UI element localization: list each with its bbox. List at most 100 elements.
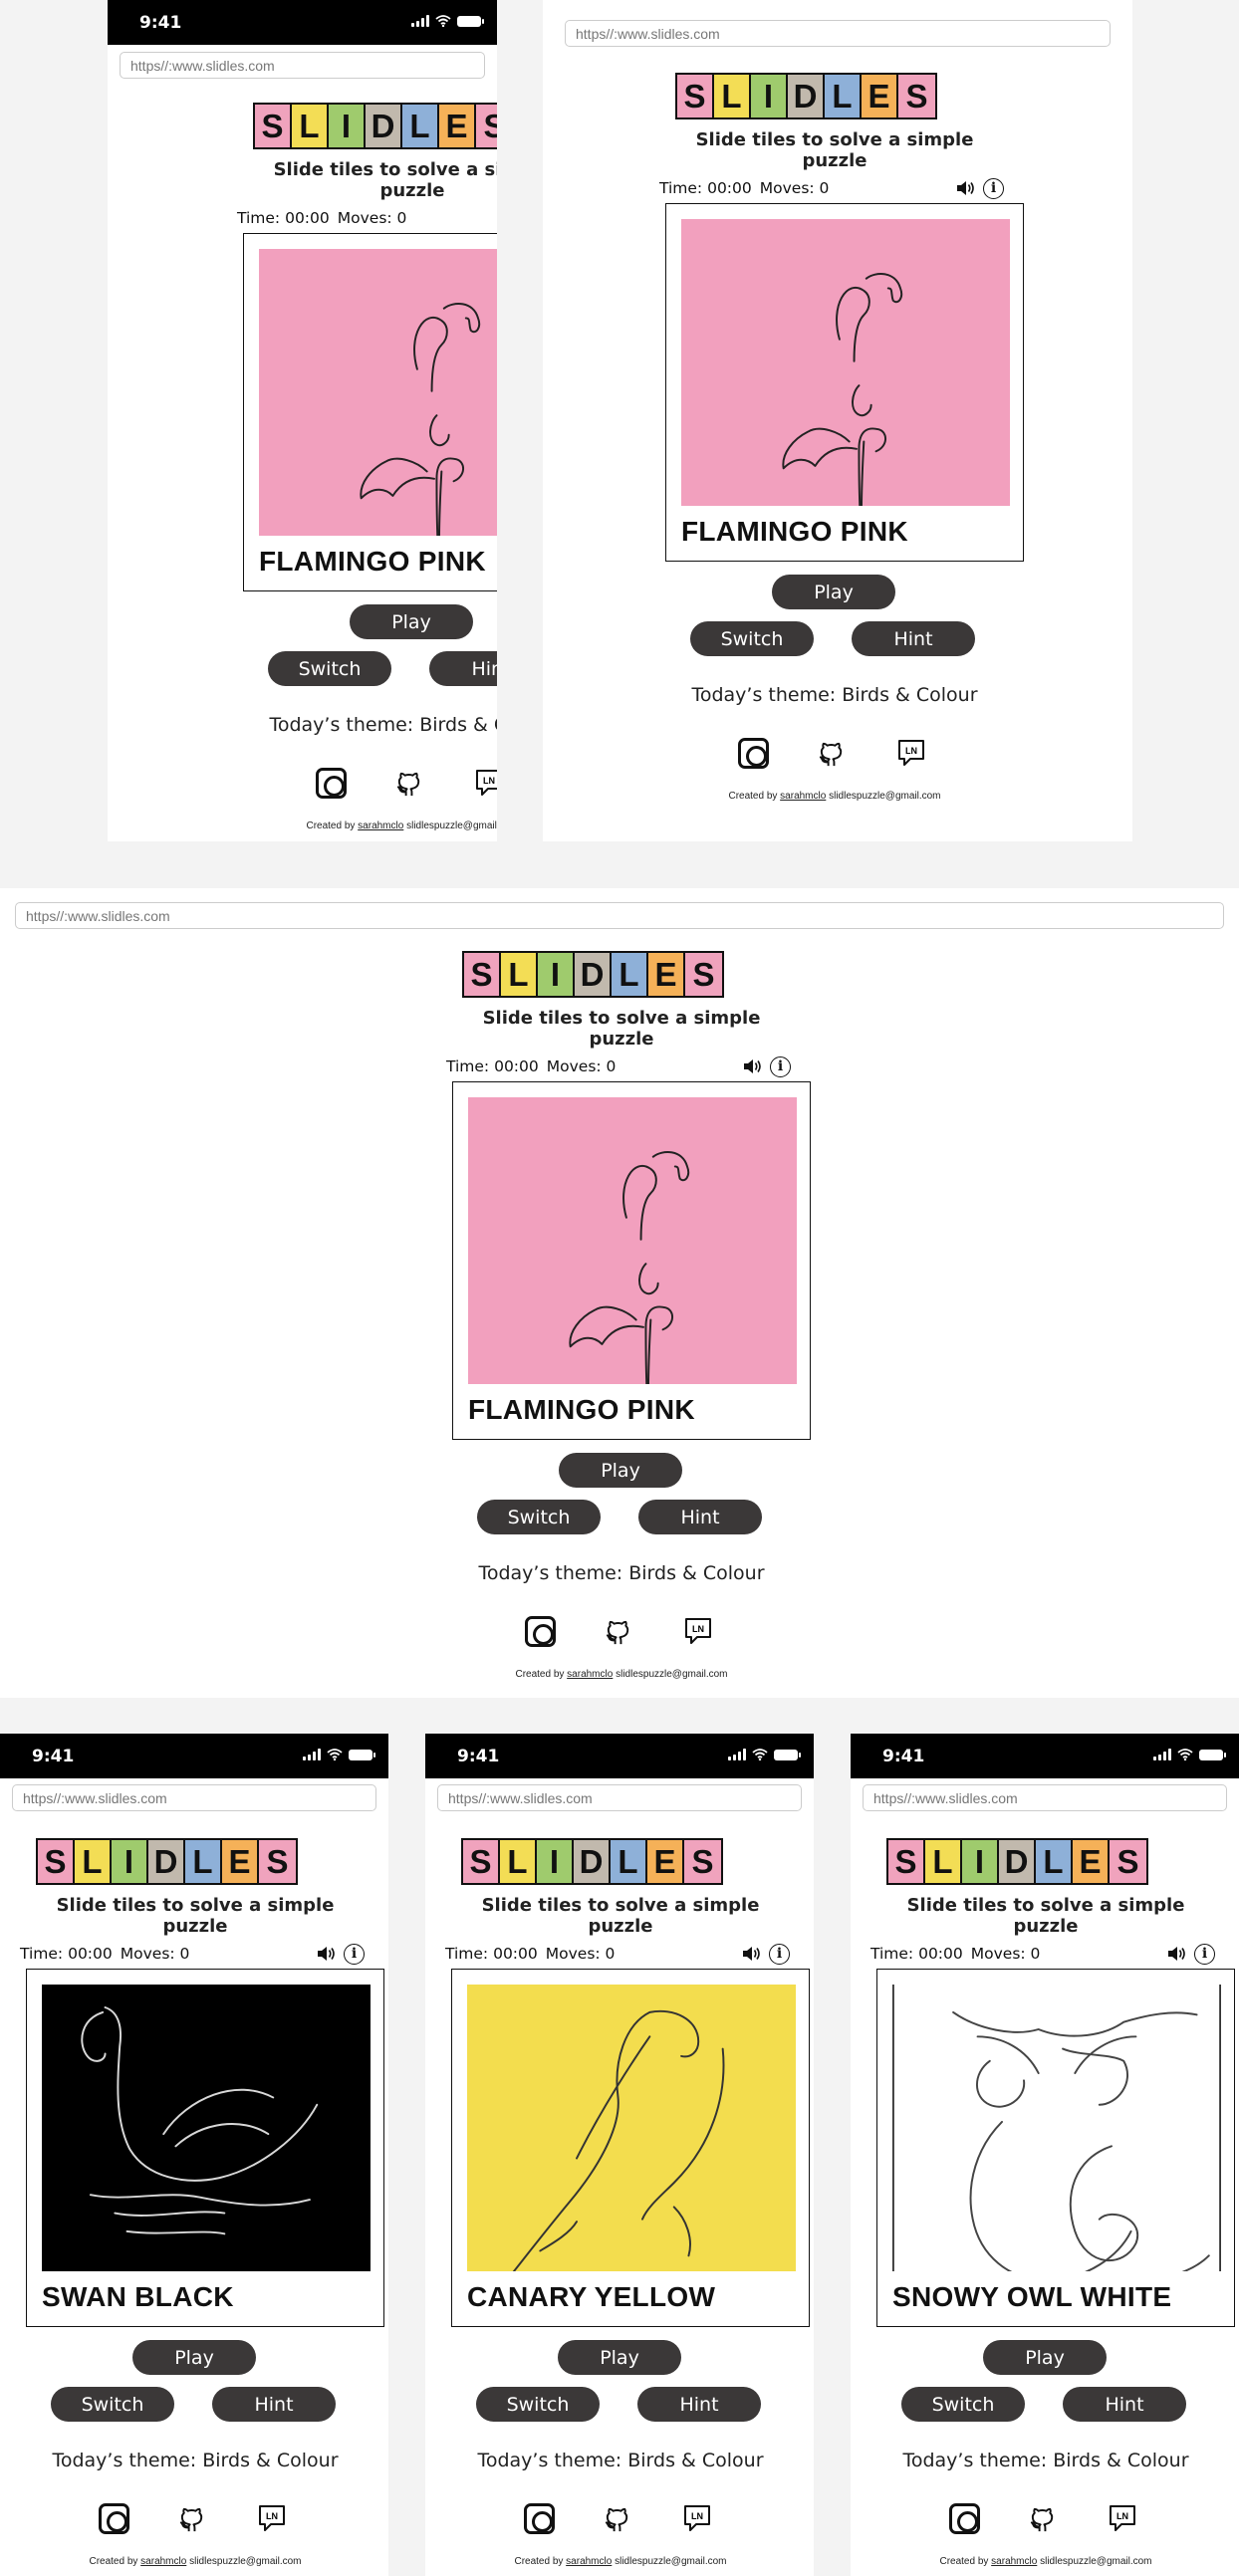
logo-tile: D [148, 1840, 185, 1883]
daily-theme: Today’s theme: Birds & Colour [269, 714, 497, 736]
wifi-icon [752, 1749, 768, 1760]
logo-tile: E [439, 105, 476, 147]
hint-button[interactable]: Hint [852, 621, 975, 656]
logo-tile: S [476, 105, 497, 147]
status-bar: 9:41 [0, 1734, 388, 1778]
puzzle-board[interactable]: CANARY YELLOW [451, 1969, 810, 2327]
github-icon[interactable] [1028, 2503, 1059, 2534]
author-link[interactable]: sarahmclo [358, 820, 403, 831]
hint-button[interactable]: Hint [212, 2387, 336, 2422]
puzzle-image[interactable] [892, 1985, 1221, 2271]
tagline: Slide tiles to solve a simple puzzle [906, 1895, 1185, 1937]
address-bar[interactable]: https//:www.slidles.com [565, 20, 1111, 47]
timer: Time: 00:00 [870, 1945, 963, 1963]
linkedin-label: LN [692, 1624, 704, 1634]
sound-icon[interactable] [955, 178, 975, 198]
address-bar[interactable]: https//:www.slidles.com [863, 1784, 1227, 1811]
play-button[interactable]: Play [558, 2340, 681, 2375]
address-bar[interactable]: https//:www.slidles.com [12, 1784, 376, 1811]
signal-icon [411, 15, 429, 27]
logo-tile: S [898, 75, 935, 117]
play-button[interactable]: Play [132, 2340, 256, 2375]
info-icon[interactable]: i [1194, 1944, 1215, 1965]
info-icon[interactable]: i [344, 1944, 365, 1965]
contact-email: slidlespuzzle@gmail.com [829, 791, 941, 802]
info-icon[interactable]: i [983, 178, 1004, 199]
status-icons [411, 15, 484, 27]
tagline: Slide tiles to solve a simple puzzle [482, 1008, 761, 1050]
puzzle-name: SNOWY OWL WHITE [892, 2281, 1172, 2312]
logo-tile: L [500, 1840, 537, 1883]
play-button[interactable]: Play [983, 2340, 1107, 2375]
switch-button[interactable]: Switch [51, 2387, 174, 2422]
logo-tile: L [292, 105, 329, 147]
github-icon[interactable] [394, 768, 425, 799]
switch-button[interactable]: Switch [901, 2387, 1025, 2422]
timer: Time: 00:00 [20, 1945, 113, 1963]
linkedin-icon[interactable]: LN [1108, 2503, 1137, 2533]
hint-button[interactable]: Hint [429, 651, 497, 686]
logo-tile: E [862, 75, 898, 117]
author-link[interactable]: sarahmclo [567, 1669, 613, 1680]
author-link[interactable]: sarahmclo [566, 2556, 612, 2567]
instagram-icon[interactable] [525, 1616, 556, 1647]
logo-tile: E [647, 1840, 684, 1883]
info-icon[interactable]: i [769, 1944, 790, 1965]
puzzle-image[interactable] [259, 249, 497, 536]
puzzle-board[interactable]: FLAMINGO PINK [452, 1081, 811, 1440]
sound-icon[interactable] [316, 1944, 336, 1964]
credit-line: Created by sarahmclo slidlespuzzle@gmail… [462, 1669, 781, 1680]
switch-button[interactable]: Switch [690, 621, 814, 656]
linkedin-icon[interactable]: LN [683, 1616, 713, 1646]
puzzle-image[interactable] [468, 1097, 797, 1384]
puzzle-name: SWAN BLACK [42, 2281, 234, 2312]
github-icon[interactable] [604, 1616, 634, 1647]
instagram-icon[interactable] [316, 768, 347, 799]
address-bar[interactable]: https//:www.slidles.com [437, 1784, 802, 1811]
puzzle-image[interactable] [681, 219, 1010, 506]
puzzle-board[interactable]: SWAN BLACK [26, 1969, 384, 2327]
sound-icon[interactable] [741, 1944, 761, 1964]
switch-button[interactable]: Switch [476, 2387, 600, 2422]
puzzle-image[interactable] [467, 1985, 796, 2271]
hint-button[interactable]: Hint [638, 1500, 762, 1534]
screen-mobile-canary: 9:41 https//:www.slidles.com SLIDLES Slid… [425, 1734, 814, 2576]
logo-tile: S [1110, 1840, 1146, 1883]
linkedin-icon[interactable]: LN [257, 2503, 287, 2533]
battery-icon [349, 1749, 375, 1760]
credit-line: Created by sarahmclo slidlespuzzle@gmail… [36, 2556, 355, 2567]
tagline: Slide tiles to solve a simple puzzle [273, 159, 497, 201]
instagram-icon[interactable] [738, 738, 769, 769]
credit-prefix: Created by [306, 820, 356, 831]
battery-icon [457, 15, 484, 27]
hint-button[interactable]: Hint [1063, 2387, 1186, 2422]
instagram-icon[interactable] [524, 2503, 555, 2534]
linkedin-icon[interactable]: LN [896, 738, 926, 768]
instagram-icon[interactable] [949, 2503, 980, 2534]
puzzle-board[interactable]: FLAMINGO PINK [665, 203, 1024, 562]
author-link[interactable]: sarahmclo [991, 2556, 1037, 2567]
hint-button[interactable]: Hint [637, 2387, 761, 2422]
daily-theme: Today’s theme: Birds & Colour [691, 684, 978, 706]
instagram-icon[interactable] [99, 2503, 129, 2534]
address-bar[interactable]: https//:www.slidles.com [120, 52, 485, 79]
puzzle-board[interactable]: FLAMINGO PINK [243, 233, 497, 591]
github-icon[interactable] [603, 2503, 633, 2534]
switch-button[interactable]: Switch [477, 1500, 601, 1534]
sound-icon[interactable] [742, 1056, 762, 1076]
puzzle-board[interactable]: SNOWY OWL WHITE [876, 1969, 1235, 2327]
play-button[interactable]: Play [772, 575, 895, 609]
sound-icon[interactable] [1166, 1944, 1186, 1964]
play-button[interactable]: Play [559, 1453, 682, 1488]
author-link[interactable]: sarahmclo [140, 2556, 186, 2567]
github-icon[interactable] [177, 2503, 208, 2534]
github-icon[interactable] [817, 738, 848, 769]
play-button[interactable]: Play [350, 604, 473, 639]
switch-button[interactable]: Switch [268, 651, 391, 686]
puzzle-image[interactable] [42, 1985, 371, 2271]
address-bar[interactable]: https//:www.slidles.com [15, 902, 1224, 929]
linkedin-icon[interactable]: LN [474, 768, 497, 798]
linkedin-icon[interactable]: LN [682, 2503, 712, 2533]
author-link[interactable]: sarahmclo [780, 791, 826, 802]
info-icon[interactable]: i [770, 1056, 791, 1077]
